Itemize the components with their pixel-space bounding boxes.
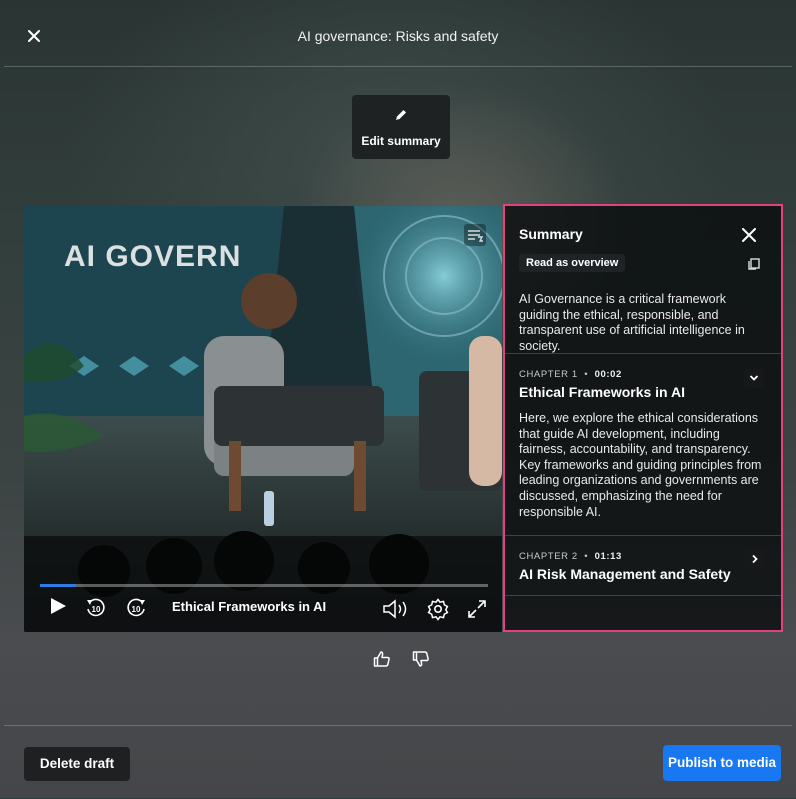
play-icon[interactable] [48, 596, 68, 616]
copy-icon[interactable] [748, 258, 760, 270]
now-playing-chapter: Ethical Frameworks in AI [172, 599, 327, 614]
summary-panel: Summary Read as overview AI Governance i… [503, 204, 783, 632]
chapter-2-expand-button[interactable] [745, 549, 765, 569]
read-as-overview-button[interactable]: Read as overview [519, 254, 626, 272]
forward-10-icon[interactable]: 10 [124, 596, 148, 620]
chapter-1-meta: CHAPTER 1 • 00:02 [519, 369, 622, 380]
svg-text:10: 10 [132, 605, 141, 614]
summary-toggle-icon[interactable] [464, 224, 486, 246]
edit-summary-button[interactable]: Edit summary [352, 95, 450, 159]
delete-draft-button[interactable]: Delete draft [24, 747, 130, 781]
top-bar: AI governance: Risks and safety [4, 8, 792, 67]
volume-icon[interactable] [382, 598, 410, 620]
rewind-10-icon[interactable]: 10 [84, 596, 108, 620]
page-title: AI governance: Risks and safety [297, 28, 499, 44]
close-summary-icon[interactable] [742, 228, 756, 242]
bullet-separator: • [580, 369, 592, 380]
chapter-1-title[interactable]: Ethical Frameworks in AI [519, 384, 685, 400]
chapter-2-time: 01:13 [594, 551, 622, 562]
chevron-down-icon [749, 375, 759, 381]
chapter-1-label: CHAPTER 1 [519, 369, 578, 380]
bottom-bar: Delete draft Publish to media [4, 725, 792, 799]
thumbs-down-icon[interactable] [412, 650, 430, 668]
pencil-icon [396, 110, 406, 120]
chapter-1-time: 00:02 [594, 369, 622, 380]
chapter-1-body: Here, we explore the ethical considerati… [519, 411, 762, 519]
divider [505, 595, 781, 596]
chapter-2-meta: CHAPTER 2 • 01:13 [519, 551, 622, 562]
divider [505, 535, 781, 536]
divider [505, 353, 781, 354]
thumbs-up-icon[interactable] [373, 650, 391, 668]
video-player[interactable]: AI GOVERN 10 10 Ethical Frameworks in AI [24, 206, 502, 632]
summary-heading: Summary [519, 226, 583, 242]
publish-to-media-button[interactable]: Publish to media [663, 745, 781, 781]
overview-text: AI Governance is a critical framework gu… [519, 292, 745, 353]
chapter-2-title[interactable]: AI Risk Management and Safety [519, 566, 731, 582]
video-progress-fill [40, 584, 76, 587]
stage-sign-text: AI GOVERN [64, 240, 242, 273]
fullscreen-icon[interactable] [466, 598, 488, 620]
edit-summary-label: Edit summary [361, 134, 441, 148]
chapter-1-collapse-button[interactable] [744, 368, 764, 388]
chevron-right-icon [752, 554, 758, 564]
svg-text:10: 10 [92, 605, 101, 614]
chapter-2-label: CHAPTER 2 [519, 551, 578, 562]
settings-gear-icon[interactable] [426, 597, 450, 621]
video-progress-bar[interactable] [40, 584, 488, 587]
bullet-separator: • [580, 551, 592, 562]
